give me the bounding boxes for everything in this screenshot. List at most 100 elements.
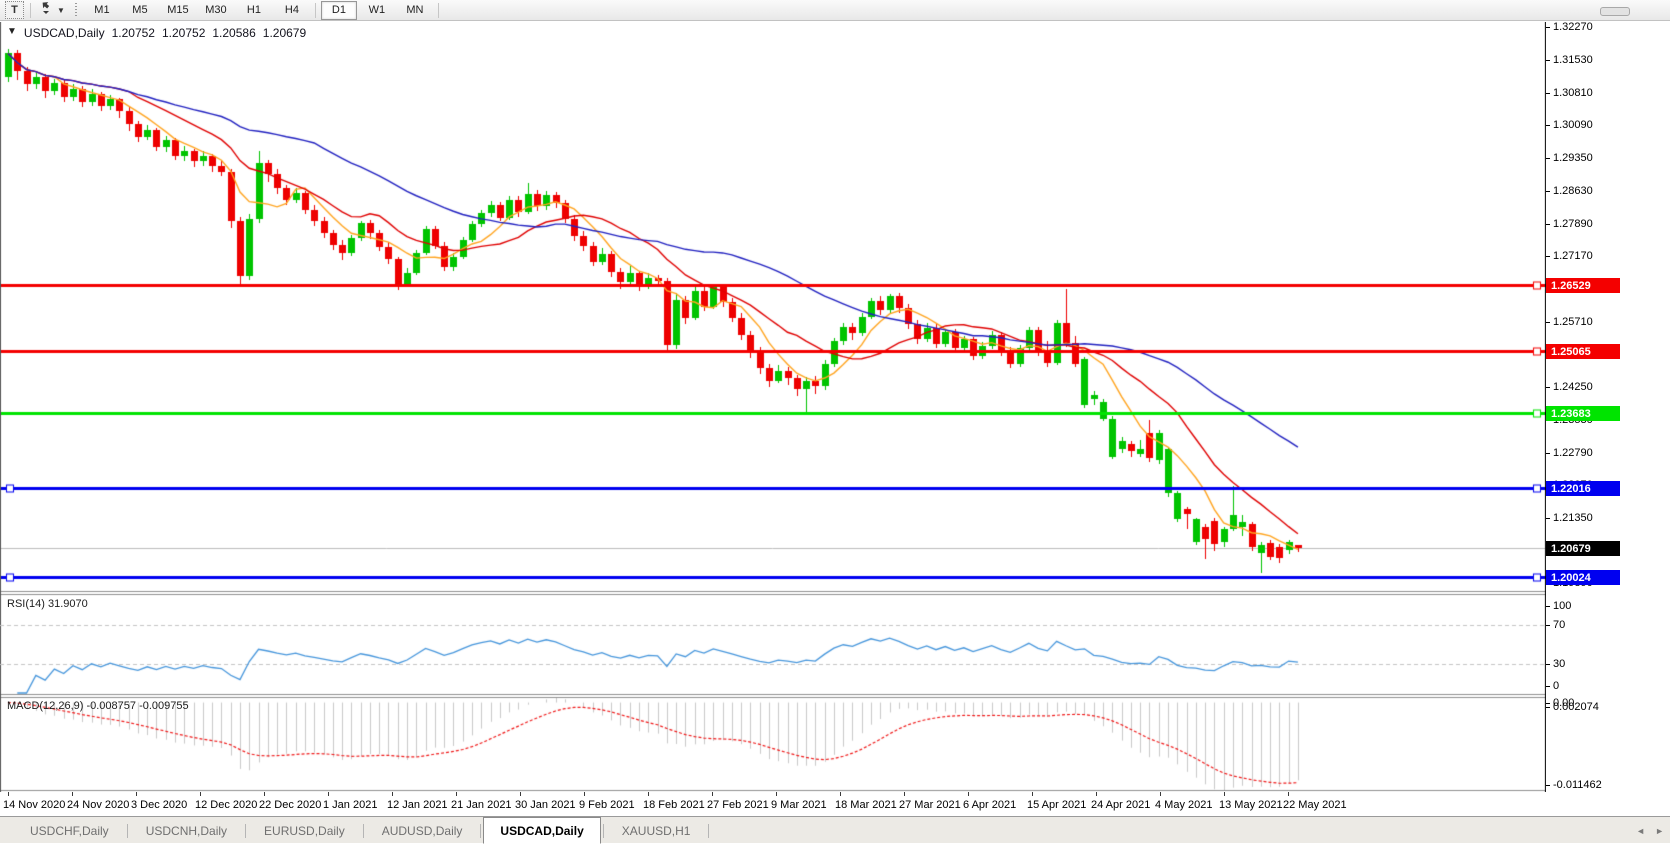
- date-tick-mark: [1096, 792, 1097, 796]
- chart-collapse-icon[interactable]: ▼: [7, 26, 17, 40]
- price-tick: 1.32270: [1546, 20, 1593, 34]
- rsi-panel-title: RSI(14) 31.9070: [7, 598, 88, 610]
- date-tick-mark: [328, 792, 329, 796]
- arrows-icon: [39, 1, 54, 20]
- rsi-axis-tick-label: 30: [1553, 658, 1566, 670]
- date-label: 3 Dec 2020: [131, 799, 188, 811]
- timeframe-button-h4[interactable]: H4: [274, 1, 310, 20]
- price-tick: 1.24250: [1546, 380, 1593, 394]
- price-tick-label: 1.27170: [1553, 250, 1593, 262]
- date-tick-mark: [392, 792, 393, 796]
- hline-price-label: 1.26529: [1546, 278, 1620, 293]
- timeframe-button-m5[interactable]: M5: [122, 1, 158, 20]
- tick-mark: [1546, 663, 1550, 665]
- timeframe-button-h1[interactable]: H1: [236, 1, 272, 20]
- macd-axis-tick: 0.00: [1546, 696, 1574, 710]
- tab-items: USDCHF,Daily USDCNH,Daily EURUSD,Daily AUDU…: [14, 817, 711, 844]
- date-tick-mark: [72, 792, 73, 796]
- tick-mark: [1546, 59, 1550, 61]
- tab-audusd[interactable]: AUDUSD,Daily: [366, 818, 479, 843]
- price-tick-label: 1.22790: [1553, 447, 1593, 459]
- ohlc-high: 1.20752: [161, 26, 206, 40]
- date-tick-mark: [904, 792, 905, 796]
- rsi-axis-tick: 100: [1546, 599, 1571, 613]
- text-label-tool-button[interactable]: T: [5, 1, 24, 19]
- price-tick: 1.29350: [1546, 151, 1593, 165]
- date-tick-mark: [1224, 792, 1225, 796]
- tick-mark: [1546, 92, 1550, 94]
- chart-tab-bar: USDCHF,Daily USDCNH,Daily EURUSD,Daily AUDU…: [0, 816, 1670, 844]
- tick-mark: [1546, 124, 1550, 126]
- tick-mark: [1546, 452, 1550, 454]
- ohlc-close: 1.20679: [262, 26, 307, 40]
- tab-usdcad[interactable]: USDCAD,Daily: [483, 817, 601, 844]
- price-tick: 1.21350: [1546, 511, 1593, 525]
- tick-mark: [1546, 157, 1550, 159]
- date-tick-mark: [200, 792, 201, 796]
- date-axis[interactable]: 14 Nov 2020 24 Nov 2020 3 Dec 2020 12 Dec 2…: [0, 792, 1670, 816]
- price-axis[interactable]: 1.32270 1.31530 1.30810 1.30090 1.29350 1.286…: [1546, 20, 1670, 792]
- tick-mark: [1546, 321, 1550, 323]
- date-label: 9 Mar 2021: [771, 799, 827, 811]
- macd-axis-tick-label: -0.011462: [1553, 779, 1602, 791]
- price-tick-label: 1.27890: [1553, 218, 1593, 230]
- date-label: 12 Dec 2020: [195, 799, 258, 811]
- price-tick-label: 1.30810: [1553, 87, 1593, 99]
- timeframe-button-m1[interactable]: M1: [84, 1, 120, 20]
- dropdown-caret-icon[interactable]: ▼: [57, 6, 65, 15]
- chart-title: ▼ USDCAD,Daily 1.20752 1.20752 1.20586 1…: [7, 26, 306, 40]
- price-tick: 1.22790: [1546, 446, 1593, 460]
- tick-mark: [1546, 517, 1550, 519]
- price-chart-canvas[interactable]: [0, 22, 1546, 792]
- date-tick-mark: [584, 792, 585, 796]
- date-tick-mark: [264, 792, 265, 796]
- rsi-axis-tick: 0: [1546, 679, 1559, 693]
- tabs-scroll-right-icon[interactable]: ►: [1655, 826, 1664, 836]
- price-tick-label: 1.29350: [1553, 152, 1593, 164]
- macd-panel-title: MACD(12,26,9) -0.008757 -0.009755: [7, 700, 189, 712]
- date-label: 27 Feb 2021: [707, 799, 769, 811]
- tick-mark: [1546, 624, 1550, 626]
- tab-usdchf[interactable]: USDCHF,Daily: [14, 818, 125, 843]
- price-tick: 1.27170: [1546, 249, 1593, 263]
- ohlc-open: 1.20752: [111, 26, 155, 40]
- timeframe-button-mn[interactable]: MN: [397, 1, 433, 20]
- date-label: 18 Feb 2021: [643, 799, 705, 811]
- price-tick: 1.30090: [1546, 118, 1593, 132]
- rsi-axis-tick-label: 0: [1553, 680, 1560, 692]
- tab-xauusd[interactable]: XAUUSD,H1: [606, 818, 707, 843]
- tabs-scroll-left-icon[interactable]: ◄: [1636, 826, 1645, 836]
- price-tick: 1.31530: [1546, 53, 1593, 67]
- tab-usdcnh[interactable]: USDCNH,Daily: [130, 818, 243, 843]
- tab-separator: [245, 824, 247, 838]
- tick-mark: [1546, 702, 1550, 704]
- tab-separator: [602, 824, 604, 838]
- price-tick: 1.28630: [1546, 184, 1593, 198]
- timeframe-buttons: M1 M5 M15 M30 H1 H4 D1 W1 MN: [83, 0, 443, 20]
- timeframe-button-w1[interactable]: W1: [359, 1, 395, 20]
- rsi-axis-tick: 30: [1546, 657, 1565, 671]
- date-label: 6 Apr 2021: [963, 799, 1017, 811]
- date-tick-mark: [1288, 792, 1289, 796]
- date-label: 18 Mar 2021: [835, 799, 897, 811]
- price-tick: 1.30810: [1546, 86, 1593, 100]
- hline-price-label: 1.20024: [1546, 570, 1620, 585]
- toolbar-grip: [72, 3, 79, 17]
- current-price-label: 1.20679: [1546, 541, 1620, 556]
- tab-eurusd[interactable]: EURUSD,Daily: [248, 818, 361, 843]
- timeframe-button-d1[interactable]: D1: [320, 0, 357, 20]
- date-label: 24 Apr 2021: [1091, 799, 1151, 811]
- date-label: 30 Jan 2021: [515, 799, 576, 811]
- rsi-axis-tick: 70: [1546, 618, 1565, 632]
- arrange-charts-button[interactable]: ▼: [39, 1, 65, 20]
- date-tick-mark: [456, 792, 457, 796]
- price-tick-label: 1.32270: [1553, 21, 1593, 33]
- date-tick-mark: [712, 792, 713, 796]
- date-tick-mark: [520, 792, 521, 796]
- tick-mark: [1546, 685, 1550, 687]
- timeframe-button-m30[interactable]: M30: [198, 1, 234, 20]
- toolbar-scrollbar[interactable]: [1600, 7, 1630, 16]
- timeframe-button-m15[interactable]: M15: [160, 1, 196, 20]
- tick-mark: [1546, 190, 1550, 192]
- date-label: 13 May 2021: [1219, 799, 1283, 811]
